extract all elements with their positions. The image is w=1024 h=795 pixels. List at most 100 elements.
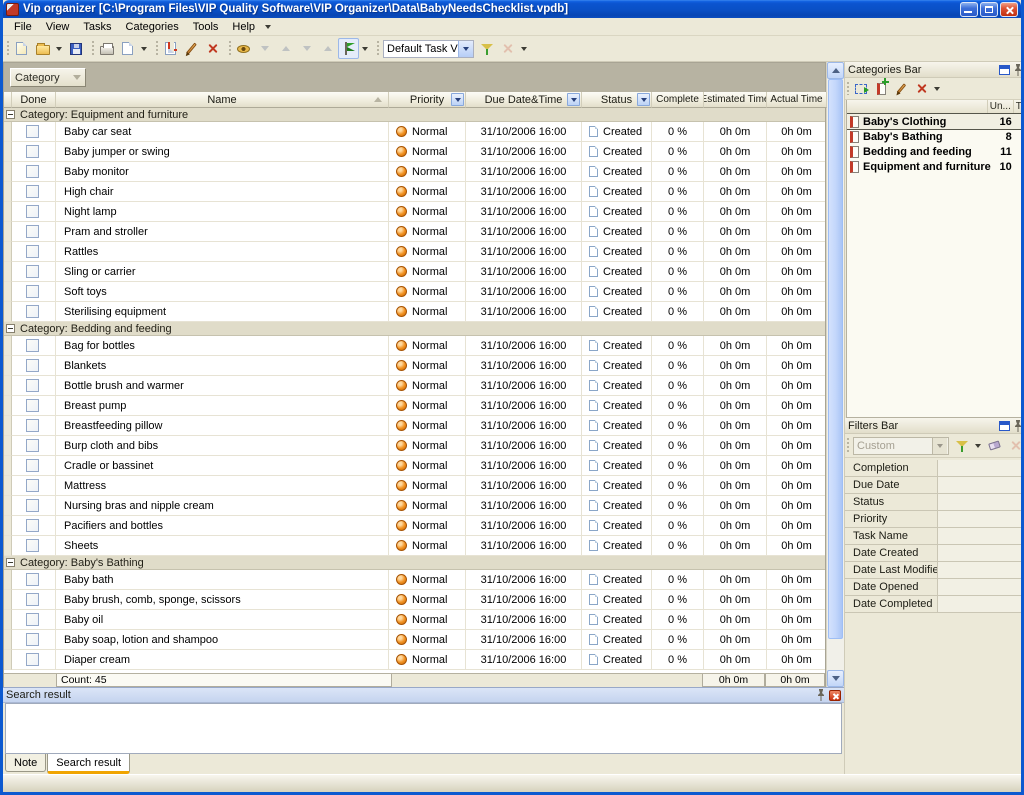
groupby-category-button[interactable]: Category bbox=[10, 68, 86, 87]
task-row[interactable]: Soft toysNormal31/10/2006 16:00Created0 … bbox=[4, 282, 825, 302]
task-row[interactable]: Diaper creamNormal31/10/2006 16:00Create… bbox=[4, 650, 825, 670]
done-checkbox[interactable] bbox=[26, 539, 39, 552]
column-header-priority[interactable]: Priority bbox=[389, 92, 466, 108]
task-row[interactable]: Breast pumpNormal31/10/2006 16:00Created… bbox=[4, 396, 825, 416]
search-panel-close-icon[interactable] bbox=[829, 690, 841, 701]
search-result-area[interactable] bbox=[5, 703, 842, 754]
filter-row-date-completed[interactable]: Date Completed bbox=[845, 596, 1021, 613]
group-header-row[interactable]: Category: Baby's Bathing bbox=[4, 556, 825, 570]
task-row[interactable]: Pram and strollerNormal31/10/2006 16:00C… bbox=[4, 222, 825, 242]
done-checkbox[interactable] bbox=[26, 285, 39, 298]
done-checkbox[interactable] bbox=[26, 419, 39, 432]
filter-row-task-name[interactable]: Task Name bbox=[845, 528, 1021, 545]
collapse-group-icon[interactable] bbox=[6, 324, 15, 333]
done-checkbox[interactable] bbox=[26, 125, 39, 138]
close-button[interactable] bbox=[1000, 2, 1018, 17]
done-checkbox[interactable] bbox=[26, 519, 39, 532]
group-header-row[interactable]: Category: Equipment and furniture bbox=[4, 108, 825, 122]
task-row[interactable]: Night lampNormal31/10/2006 16:00Created0… bbox=[4, 202, 825, 222]
filter-value-area[interactable] bbox=[937, 596, 1021, 612]
done-checkbox[interactable] bbox=[26, 379, 39, 392]
category-item-baby-s-clothing[interactable]: Baby's Clothing1616 bbox=[847, 114, 1021, 129]
open-database-button[interactable] bbox=[32, 38, 53, 59]
task-row[interactable]: BlanketsNormal31/10/2006 16:00Created0 %… bbox=[4, 356, 825, 376]
filter-row-date-last-modified[interactable]: Date Last Modified bbox=[845, 562, 1021, 579]
done-checkbox[interactable] bbox=[26, 399, 39, 412]
filter-row-status[interactable]: Status bbox=[845, 494, 1021, 511]
view-dropdown-icon[interactable] bbox=[521, 47, 527, 51]
open-dropdown-icon[interactable] bbox=[56, 47, 62, 51]
move-top-button[interactable] bbox=[317, 38, 338, 59]
done-checkbox[interactable] bbox=[26, 305, 39, 318]
done-checkbox[interactable] bbox=[26, 653, 39, 666]
hide-completed-button[interactable] bbox=[233, 38, 254, 59]
task-row[interactable]: Bag for bottlesNormal31/10/2006 16:00Cre… bbox=[4, 336, 825, 356]
add-task-button[interactable] bbox=[160, 38, 181, 59]
float-panel-icon[interactable] bbox=[999, 421, 1010, 431]
task-row[interactable]: Baby monitorNormal31/10/2006 16:00Create… bbox=[4, 162, 825, 182]
task-row[interactable]: Baby bathNormal31/10/2006 16:00Created0 … bbox=[4, 570, 825, 590]
column-header-name[interactable]: Name bbox=[56, 92, 389, 108]
done-checkbox[interactable] bbox=[26, 459, 39, 472]
menu-item-categories[interactable]: Categories bbox=[119, 19, 186, 35]
filter-value-area[interactable] bbox=[937, 528, 1021, 544]
pin-icon[interactable] bbox=[816, 689, 826, 701]
task-row[interactable]: Bottle brush and warmerNormal31/10/2006 … bbox=[4, 376, 825, 396]
done-checkbox[interactable] bbox=[26, 205, 39, 218]
task-row[interactable]: SheetsNormal31/10/2006 16:00Created0 %0h… bbox=[4, 536, 825, 556]
edit-category-button[interactable] bbox=[891, 79, 911, 98]
delete-view-button[interactable] bbox=[497, 38, 518, 59]
task-row[interactable]: Breastfeeding pillowNormal31/10/2006 16:… bbox=[4, 416, 825, 436]
task-view-combo-dropdown[interactable] bbox=[458, 41, 473, 57]
category-item-bedding-and-feeding[interactable]: Bedding and feeding1111 bbox=[847, 144, 1021, 159]
task-row[interactable]: Sterilising equipmentNormal31/10/2006 16… bbox=[4, 302, 825, 322]
filter-value-area[interactable] bbox=[937, 579, 1021, 595]
task-row[interactable]: Cradle or bassinetNormal31/10/2006 16:00… bbox=[4, 456, 825, 476]
done-checkbox[interactable] bbox=[26, 265, 39, 278]
filter-row-date-opened[interactable]: Date Opened bbox=[845, 579, 1021, 596]
category-item-equipment-and-furniture[interactable]: Equipment and furniture1010 bbox=[847, 159, 1021, 174]
done-checkbox[interactable] bbox=[26, 225, 39, 238]
column-header-status[interactable]: Status bbox=[582, 92, 652, 108]
task-row[interactable]: Baby jumper or swingNormal31/10/2006 16:… bbox=[4, 142, 825, 162]
menu-item-tasks[interactable]: Tasks bbox=[76, 19, 118, 35]
scroll-up-button[interactable] bbox=[827, 62, 844, 79]
menu-item-tools[interactable]: Tools bbox=[186, 19, 226, 35]
collapse-group-icon[interactable] bbox=[6, 558, 15, 567]
toolbar-overflow-icon[interactable] bbox=[265, 25, 271, 29]
restore-button[interactable] bbox=[980, 2, 998, 17]
minimize-button[interactable] bbox=[960, 2, 978, 17]
filter-preset-combo[interactable]: Custom bbox=[853, 437, 949, 455]
tab-search-result[interactable]: Search result bbox=[47, 754, 130, 774]
done-checkbox[interactable] bbox=[26, 439, 39, 452]
task-row[interactable]: Nursing bras and nipple creamNormal31/10… bbox=[4, 496, 825, 516]
print-preview-button[interactable] bbox=[117, 38, 138, 59]
filter-value-area[interactable] bbox=[937, 477, 1021, 493]
done-checkbox[interactable] bbox=[26, 145, 39, 158]
filter-value-area[interactable] bbox=[937, 545, 1021, 561]
print-button[interactable] bbox=[96, 38, 117, 59]
task-row[interactable]: Baby soap, lotion and shampooNormal31/10… bbox=[4, 630, 825, 650]
move-to-category-button[interactable] bbox=[851, 79, 871, 98]
report-dropdown-icon[interactable] bbox=[362, 47, 368, 51]
task-row[interactable]: Burp cloth and bibsNormal31/10/2006 16:0… bbox=[4, 436, 825, 456]
apply-filter-dropdown-icon[interactable] bbox=[975, 444, 981, 448]
pin-icon[interactable] bbox=[1013, 64, 1021, 76]
menu-item-help[interactable]: Help bbox=[225, 19, 262, 35]
task-row[interactable]: Baby oilNormal31/10/2006 16:00Created0 %… bbox=[4, 610, 825, 630]
undone-column-header[interactable]: Un... bbox=[987, 100, 1013, 113]
scrollbar-track[interactable] bbox=[827, 639, 844, 670]
done-checkbox[interactable] bbox=[26, 613, 39, 626]
column-filter-dropdown[interactable] bbox=[637, 93, 650, 106]
delete-filter-button[interactable] bbox=[1005, 435, 1021, 456]
task-view-combo[interactable]: Default Task V bbox=[383, 40, 474, 58]
clear-filter-button[interactable] bbox=[984, 435, 1005, 456]
done-checkbox[interactable] bbox=[26, 359, 39, 372]
done-checkbox[interactable] bbox=[26, 339, 39, 352]
filter-row-due-date[interactable]: Due Date bbox=[845, 477, 1021, 494]
report-button[interactable] bbox=[338, 38, 359, 59]
vertical-scrollbar[interactable] bbox=[826, 62, 844, 687]
task-row[interactable]: Baby car seatNormal31/10/2006 16:00Creat… bbox=[4, 122, 825, 142]
print-dropdown-icon[interactable] bbox=[141, 47, 147, 51]
column-header-done[interactable]: Done bbox=[12, 92, 56, 108]
